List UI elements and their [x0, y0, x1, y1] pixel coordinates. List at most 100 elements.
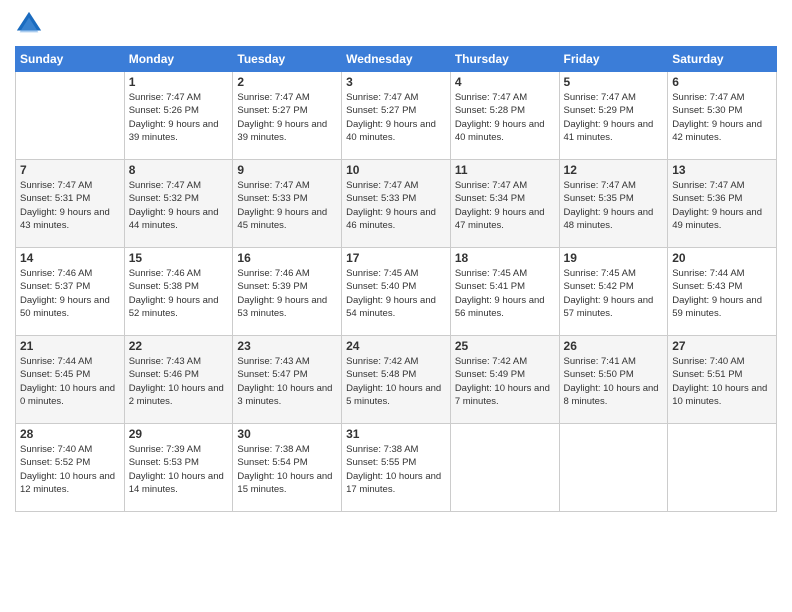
cell-info: Sunrise: 7:45 AMSunset: 5:42 PMDaylight:… [564, 267, 664, 320]
header-day-thursday: Thursday [450, 47, 559, 72]
calendar-cell: 13 Sunrise: 7:47 AMSunset: 5:36 PMDayligh… [668, 160, 777, 248]
day-number: 29 [129, 427, 229, 441]
cell-info: Sunrise: 7:43 AMSunset: 5:46 PMDaylight:… [129, 355, 229, 408]
cell-info: Sunrise: 7:47 AMSunset: 5:28 PMDaylight:… [455, 91, 555, 144]
day-number: 14 [20, 251, 120, 265]
cell-info: Sunrise: 7:38 AMSunset: 5:55 PMDaylight:… [346, 443, 446, 496]
day-number: 1 [129, 75, 229, 89]
cell-info: Sunrise: 7:44 AMSunset: 5:43 PMDaylight:… [672, 267, 772, 320]
calendar-table: SundayMondayTuesdayWednesdayThursdayFrid… [15, 46, 777, 512]
cell-info: Sunrise: 7:42 AMSunset: 5:49 PMDaylight:… [455, 355, 555, 408]
week-row-0: 1 Sunrise: 7:47 AMSunset: 5:26 PMDaylight… [16, 72, 777, 160]
day-number: 10 [346, 163, 446, 177]
cell-info: Sunrise: 7:47 AMSunset: 5:27 PMDaylight:… [346, 91, 446, 144]
calendar-cell: 1 Sunrise: 7:47 AMSunset: 5:26 PMDaylight… [124, 72, 233, 160]
day-number: 28 [20, 427, 120, 441]
cell-info: Sunrise: 7:47 AMSunset: 5:33 PMDaylight:… [237, 179, 337, 232]
day-number: 30 [237, 427, 337, 441]
cell-info: Sunrise: 7:47 AMSunset: 5:29 PMDaylight:… [564, 91, 664, 144]
calendar-cell: 25 Sunrise: 7:42 AMSunset: 5:49 PMDayligh… [450, 336, 559, 424]
calendar-cell: 24Sunrise: 7:42 AMSunset: 5:48 PMDayligh… [342, 336, 451, 424]
logo-icon [15, 10, 43, 38]
calendar-cell [450, 424, 559, 512]
calendar-cell: 27 Sunrise: 7:40 AMSunset: 5:51 PMDayligh… [668, 336, 777, 424]
cell-info: Sunrise: 7:43 AMSunset: 5:47 PMDaylight:… [237, 355, 337, 408]
calendar-cell [16, 72, 125, 160]
cell-info: Sunrise: 7:44 AMSunset: 5:45 PMDaylight:… [20, 355, 120, 408]
cell-info: Sunrise: 7:47 AMSunset: 5:26 PMDaylight:… [129, 91, 229, 144]
header-row: SundayMondayTuesdayWednesdayThursdayFrid… [16, 47, 777, 72]
cell-info: Sunrise: 7:47 AMSunset: 5:31 PMDaylight:… [20, 179, 120, 232]
day-number: 2 [237, 75, 337, 89]
calendar-cell: 9 Sunrise: 7:47 AMSunset: 5:33 PMDaylight… [233, 160, 342, 248]
header-day-wednesday: Wednesday [342, 47, 451, 72]
day-number: 3 [346, 75, 446, 89]
header-day-saturday: Saturday [668, 47, 777, 72]
cell-info: Sunrise: 7:45 AMSunset: 5:41 PMDaylight:… [455, 267, 555, 320]
calendar-cell: 5 Sunrise: 7:47 AMSunset: 5:29 PMDaylight… [559, 72, 668, 160]
calendar-cell [559, 424, 668, 512]
day-number: 26 [564, 339, 664, 353]
calendar-cell: 23 Sunrise: 7:43 AMSunset: 5:47 PMDayligh… [233, 336, 342, 424]
calendar-cell: 19 Sunrise: 7:45 AMSunset: 5:42 PMDayligh… [559, 248, 668, 336]
cell-info: Sunrise: 7:46 AMSunset: 5:38 PMDaylight:… [129, 267, 229, 320]
day-number: 5 [564, 75, 664, 89]
header-day-tuesday: Tuesday [233, 47, 342, 72]
calendar-cell: 29 Sunrise: 7:39 AMSunset: 5:53 PMDayligh… [124, 424, 233, 512]
day-number: 22 [129, 339, 229, 353]
calendar-cell: 18 Sunrise: 7:45 AMSunset: 5:41 PMDayligh… [450, 248, 559, 336]
day-number: 24 [346, 339, 446, 353]
header-day-sunday: Sunday [16, 47, 125, 72]
day-number: 19 [564, 251, 664, 265]
day-number: 13 [672, 163, 772, 177]
day-number: 7 [20, 163, 120, 177]
calendar-cell: 3 Sunrise: 7:47 AMSunset: 5:27 PMDaylight… [342, 72, 451, 160]
day-number: 11 [455, 163, 555, 177]
week-row-2: 14 Sunrise: 7:46 AMSunset: 5:37 PMDayligh… [16, 248, 777, 336]
cell-info: Sunrise: 7:40 AMSunset: 5:51 PMDaylight:… [672, 355, 772, 408]
cell-info: Sunrise: 7:47 AMSunset: 5:32 PMDaylight:… [129, 179, 229, 232]
day-number: 15 [129, 251, 229, 265]
day-number: 18 [455, 251, 555, 265]
calendar-cell: 28 Sunrise: 7:40 AMSunset: 5:52 PMDayligh… [16, 424, 125, 512]
header [15, 10, 777, 38]
day-number: 21 [20, 339, 120, 353]
cell-info: Sunrise: 7:45 AMSunset: 5:40 PMDaylight:… [346, 267, 446, 320]
cell-info: Sunrise: 7:39 AMSunset: 5:53 PMDaylight:… [129, 443, 229, 496]
day-number: 9 [237, 163, 337, 177]
calendar-cell: 2Sunrise: 7:47 AMSunset: 5:27 PMDaylight… [233, 72, 342, 160]
day-number: 23 [237, 339, 337, 353]
calendar-cell: 16Sunrise: 7:46 AMSunset: 5:39 PMDayligh… [233, 248, 342, 336]
cell-info: Sunrise: 7:47 AMSunset: 5:36 PMDaylight:… [672, 179, 772, 232]
cell-info: Sunrise: 7:47 AMSunset: 5:30 PMDaylight:… [672, 91, 772, 144]
day-number: 4 [455, 75, 555, 89]
cell-info: Sunrise: 7:47 AMSunset: 5:34 PMDaylight:… [455, 179, 555, 232]
calendar-cell: 22 Sunrise: 7:43 AMSunset: 5:46 PMDayligh… [124, 336, 233, 424]
cell-info: Sunrise: 7:38 AMSunset: 5:54 PMDaylight:… [237, 443, 337, 496]
calendar-cell: 11 Sunrise: 7:47 AMSunset: 5:34 PMDayligh… [450, 160, 559, 248]
week-row-3: 21 Sunrise: 7:44 AMSunset: 5:45 PMDayligh… [16, 336, 777, 424]
cell-info: Sunrise: 7:41 AMSunset: 5:50 PMDaylight:… [564, 355, 664, 408]
page: SundayMondayTuesdayWednesdayThursdayFrid… [0, 0, 792, 612]
calendar-cell: 12Sunrise: 7:47 AMSunset: 5:35 PMDayligh… [559, 160, 668, 248]
cell-info: Sunrise: 7:40 AMSunset: 5:52 PMDaylight:… [20, 443, 120, 496]
day-number: 27 [672, 339, 772, 353]
calendar-cell: 6Sunrise: 7:47 AMSunset: 5:30 PMDaylight… [668, 72, 777, 160]
calendar-cell: 31 Sunrise: 7:38 AMSunset: 5:55 PMDayligh… [342, 424, 451, 512]
calendar-cell: 21 Sunrise: 7:44 AMSunset: 5:45 PMDayligh… [16, 336, 125, 424]
calendar-cell: 10Sunrise: 7:47 AMSunset: 5:33 PMDayligh… [342, 160, 451, 248]
calendar-cell: 4 Sunrise: 7:47 AMSunset: 5:28 PMDaylight… [450, 72, 559, 160]
calendar-cell: 15 Sunrise: 7:46 AMSunset: 5:38 PMDayligh… [124, 248, 233, 336]
week-row-1: 7 Sunrise: 7:47 AMSunset: 5:31 PMDaylight… [16, 160, 777, 248]
calendar-cell: 8 Sunrise: 7:47 AMSunset: 5:32 PMDaylight… [124, 160, 233, 248]
calendar-cell: 14 Sunrise: 7:46 AMSunset: 5:37 PMDayligh… [16, 248, 125, 336]
day-number: 25 [455, 339, 555, 353]
day-number: 12 [564, 163, 664, 177]
calendar-cell: 20 Sunrise: 7:44 AMSunset: 5:43 PMDayligh… [668, 248, 777, 336]
cell-info: Sunrise: 7:46 AMSunset: 5:37 PMDaylight:… [20, 267, 120, 320]
day-number: 31 [346, 427, 446, 441]
day-number: 8 [129, 163, 229, 177]
cell-info: Sunrise: 7:46 AMSunset: 5:39 PMDaylight:… [237, 267, 337, 320]
calendar-cell [668, 424, 777, 512]
day-number: 20 [672, 251, 772, 265]
